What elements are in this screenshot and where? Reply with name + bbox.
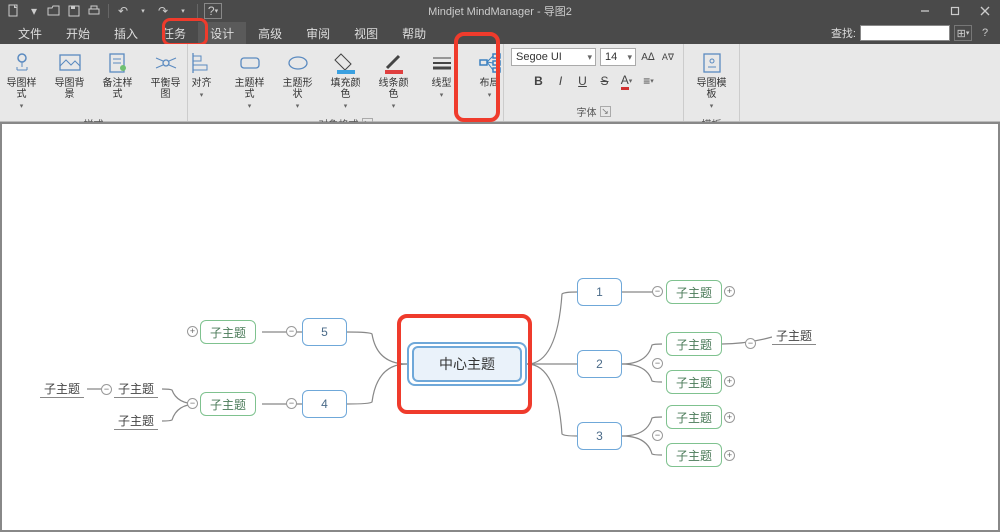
collapse-icon[interactable]: +	[187, 326, 198, 337]
expand-icon[interactable]: −	[286, 398, 297, 409]
menu-design[interactable]: 设计	[198, 22, 246, 45]
expand-icon[interactable]: −	[652, 358, 663, 369]
ribbon-group-template: 导图模板▾ 模板	[684, 44, 740, 121]
find-input[interactable]	[860, 25, 950, 41]
connectors	[2, 124, 998, 530]
strike-icon[interactable]: S	[597, 73, 613, 89]
window-title: Mindjet MindManager - 导图2	[428, 3, 572, 19]
undo-dropdown-icon[interactable]: ▾	[135, 3, 151, 19]
bold-icon[interactable]: B	[531, 73, 547, 89]
expand-icon[interactable]: −	[745, 338, 756, 349]
map-template-button[interactable]: 导图模板▾	[690, 48, 733, 114]
dialog-launcher-icon[interactable]: ↘	[600, 106, 611, 117]
save-icon[interactable]	[66, 3, 82, 19]
ribbon-group-style: 导图样式▾ 导图背景 备注样式 平衡导图 样式	[0, 44, 188, 121]
subtopic-plain[interactable]: 子主题	[114, 412, 158, 430]
subtopic-plain[interactable]: 子主题	[772, 327, 816, 345]
collapse-icon[interactable]: +	[724, 450, 735, 461]
help-icon[interactable]: ?▾	[204, 3, 222, 19]
line-style-button[interactable]: 线型▾	[422, 48, 462, 114]
window-controls	[910, 0, 1000, 22]
subtopic[interactable]: 子主题	[666, 443, 722, 467]
expand-icon[interactable]: −	[187, 398, 198, 409]
branch-2[interactable]: 2	[577, 350, 622, 378]
menu-bar: 文件 开始 插入 任务 设计 高级 审阅 视图 帮助 查找: ⊞▾ ?	[0, 22, 1000, 44]
menu-task[interactable]: 任务	[150, 22, 198, 45]
note-style-button[interactable]: 备注样式	[98, 48, 138, 114]
line-color-button[interactable]: 线条颜色▾	[374, 48, 414, 114]
italic-icon[interactable]: I	[553, 73, 569, 89]
undo-icon[interactable]: ↶	[115, 3, 131, 19]
menu-insert[interactable]: 插入	[102, 22, 150, 45]
grow-font-icon[interactable]: Aᐃ	[640, 49, 656, 65]
fill-color-button[interactable]: 填充颜色▾	[326, 48, 366, 114]
collapse-icon[interactable]: +	[724, 286, 735, 297]
center-topic[interactable]: 中心主题	[412, 346, 522, 382]
font-size-select[interactable]: 14	[600, 48, 636, 66]
redo-icon[interactable]: ↷	[155, 3, 171, 19]
collapse-icon[interactable]: +	[724, 376, 735, 387]
subtopic[interactable]: 子主题	[666, 280, 722, 304]
menu-help[interactable]: 帮助	[390, 22, 438, 45]
branch-4[interactable]: 4	[302, 390, 347, 418]
group-label: 字体	[577, 104, 597, 119]
close-button[interactable]	[970, 0, 1000, 22]
expand-icon[interactable]: −	[101, 384, 112, 395]
minimize-button[interactable]	[910, 0, 940, 22]
align-text-icon[interactable]: ≡▾	[641, 73, 657, 89]
find-label: 查找:	[831, 25, 856, 41]
find-area: 查找: ⊞▾ ?	[831, 25, 994, 41]
menu-view[interactable]: 视图	[342, 22, 390, 45]
canvas[interactable]: 中心主题 1 2 3 5 4 子主题 子主题 子主题 子主题 子主题 子主题 子…	[0, 122, 1000, 532]
subtopic[interactable]: 子主题	[666, 405, 722, 429]
menu-advanced[interactable]: 高级	[246, 22, 294, 45]
subtopic[interactable]: 子主题	[666, 370, 722, 394]
help-small-icon[interactable]: ?	[976, 25, 994, 41]
expand-icon[interactable]: −	[652, 286, 663, 297]
font-color-icon[interactable]: A▾	[619, 73, 635, 89]
maximize-button[interactable]	[940, 0, 970, 22]
font-name-select[interactable]: Segoe UI	[511, 48, 596, 66]
subtopic[interactable]: 子主题	[666, 332, 722, 356]
new-icon[interactable]	[6, 3, 22, 19]
subtopic[interactable]: 子主题	[200, 392, 256, 416]
topic-shape-button[interactable]: 主题形状▾	[278, 48, 318, 114]
expand-icon[interactable]: −	[652, 430, 663, 441]
shrink-font-icon[interactable]: Aᐁ	[660, 49, 676, 65]
ribbon-group-font: Segoe UI 14 Aᐃ Aᐁ B I U S A▾ ≡▾ 字体↘	[504, 44, 684, 121]
align-button[interactable]: 对齐▾	[182, 48, 222, 114]
map-bg-button[interactable]: 导图背景	[50, 48, 90, 114]
subtopic-plain[interactable]: 子主题	[114, 380, 158, 398]
menu-review[interactable]: 审阅	[294, 22, 342, 45]
branch-5[interactable]: 5	[302, 318, 347, 346]
underline-icon[interactable]: U	[575, 73, 591, 89]
redo-dropdown-icon[interactable]: ▾	[175, 3, 191, 19]
quick-access-toolbar: ▾ ↶ ▾ ↷ ▾ ?▾	[0, 3, 228, 19]
print-icon[interactable]	[86, 3, 102, 19]
collapse-icon[interactable]: +	[724, 412, 735, 423]
open-icon[interactable]	[46, 3, 62, 19]
menu-start[interactable]: 开始	[54, 22, 102, 45]
panel-toggle-icon[interactable]: ⊞▾	[954, 25, 972, 41]
subtopic-plain[interactable]: 子主题	[40, 380, 84, 398]
new-dropdown-icon[interactable]: ▾	[26, 3, 42, 19]
ribbon: 导图样式▾ 导图背景 备注样式 平衡导图 样式 对齐▾ 主题样式▾ 主题形状▾ …	[0, 44, 1000, 122]
branch-1[interactable]: 1	[577, 278, 622, 306]
topic-style-button[interactable]: 主题样式▾	[230, 48, 270, 114]
ribbon-group-format: 对齐▾ 主题样式▾ 主题形状▾ 填充颜色▾ 线条颜色▾ 线型▾ 布局▾ 对象格式…	[188, 44, 504, 121]
map-style-button[interactable]: 导图样式▾	[2, 48, 42, 114]
balance-button[interactable]: 平衡导图	[146, 48, 186, 114]
branch-3[interactable]: 3	[577, 422, 622, 450]
expand-icon[interactable]: −	[286, 326, 297, 337]
menu-file[interactable]: 文件	[6, 22, 54, 45]
title-bar: ▾ ↶ ▾ ↷ ▾ ?▾ Mindjet MindManager - 导图2	[0, 0, 1000, 22]
subtopic[interactable]: 子主题	[200, 320, 256, 344]
